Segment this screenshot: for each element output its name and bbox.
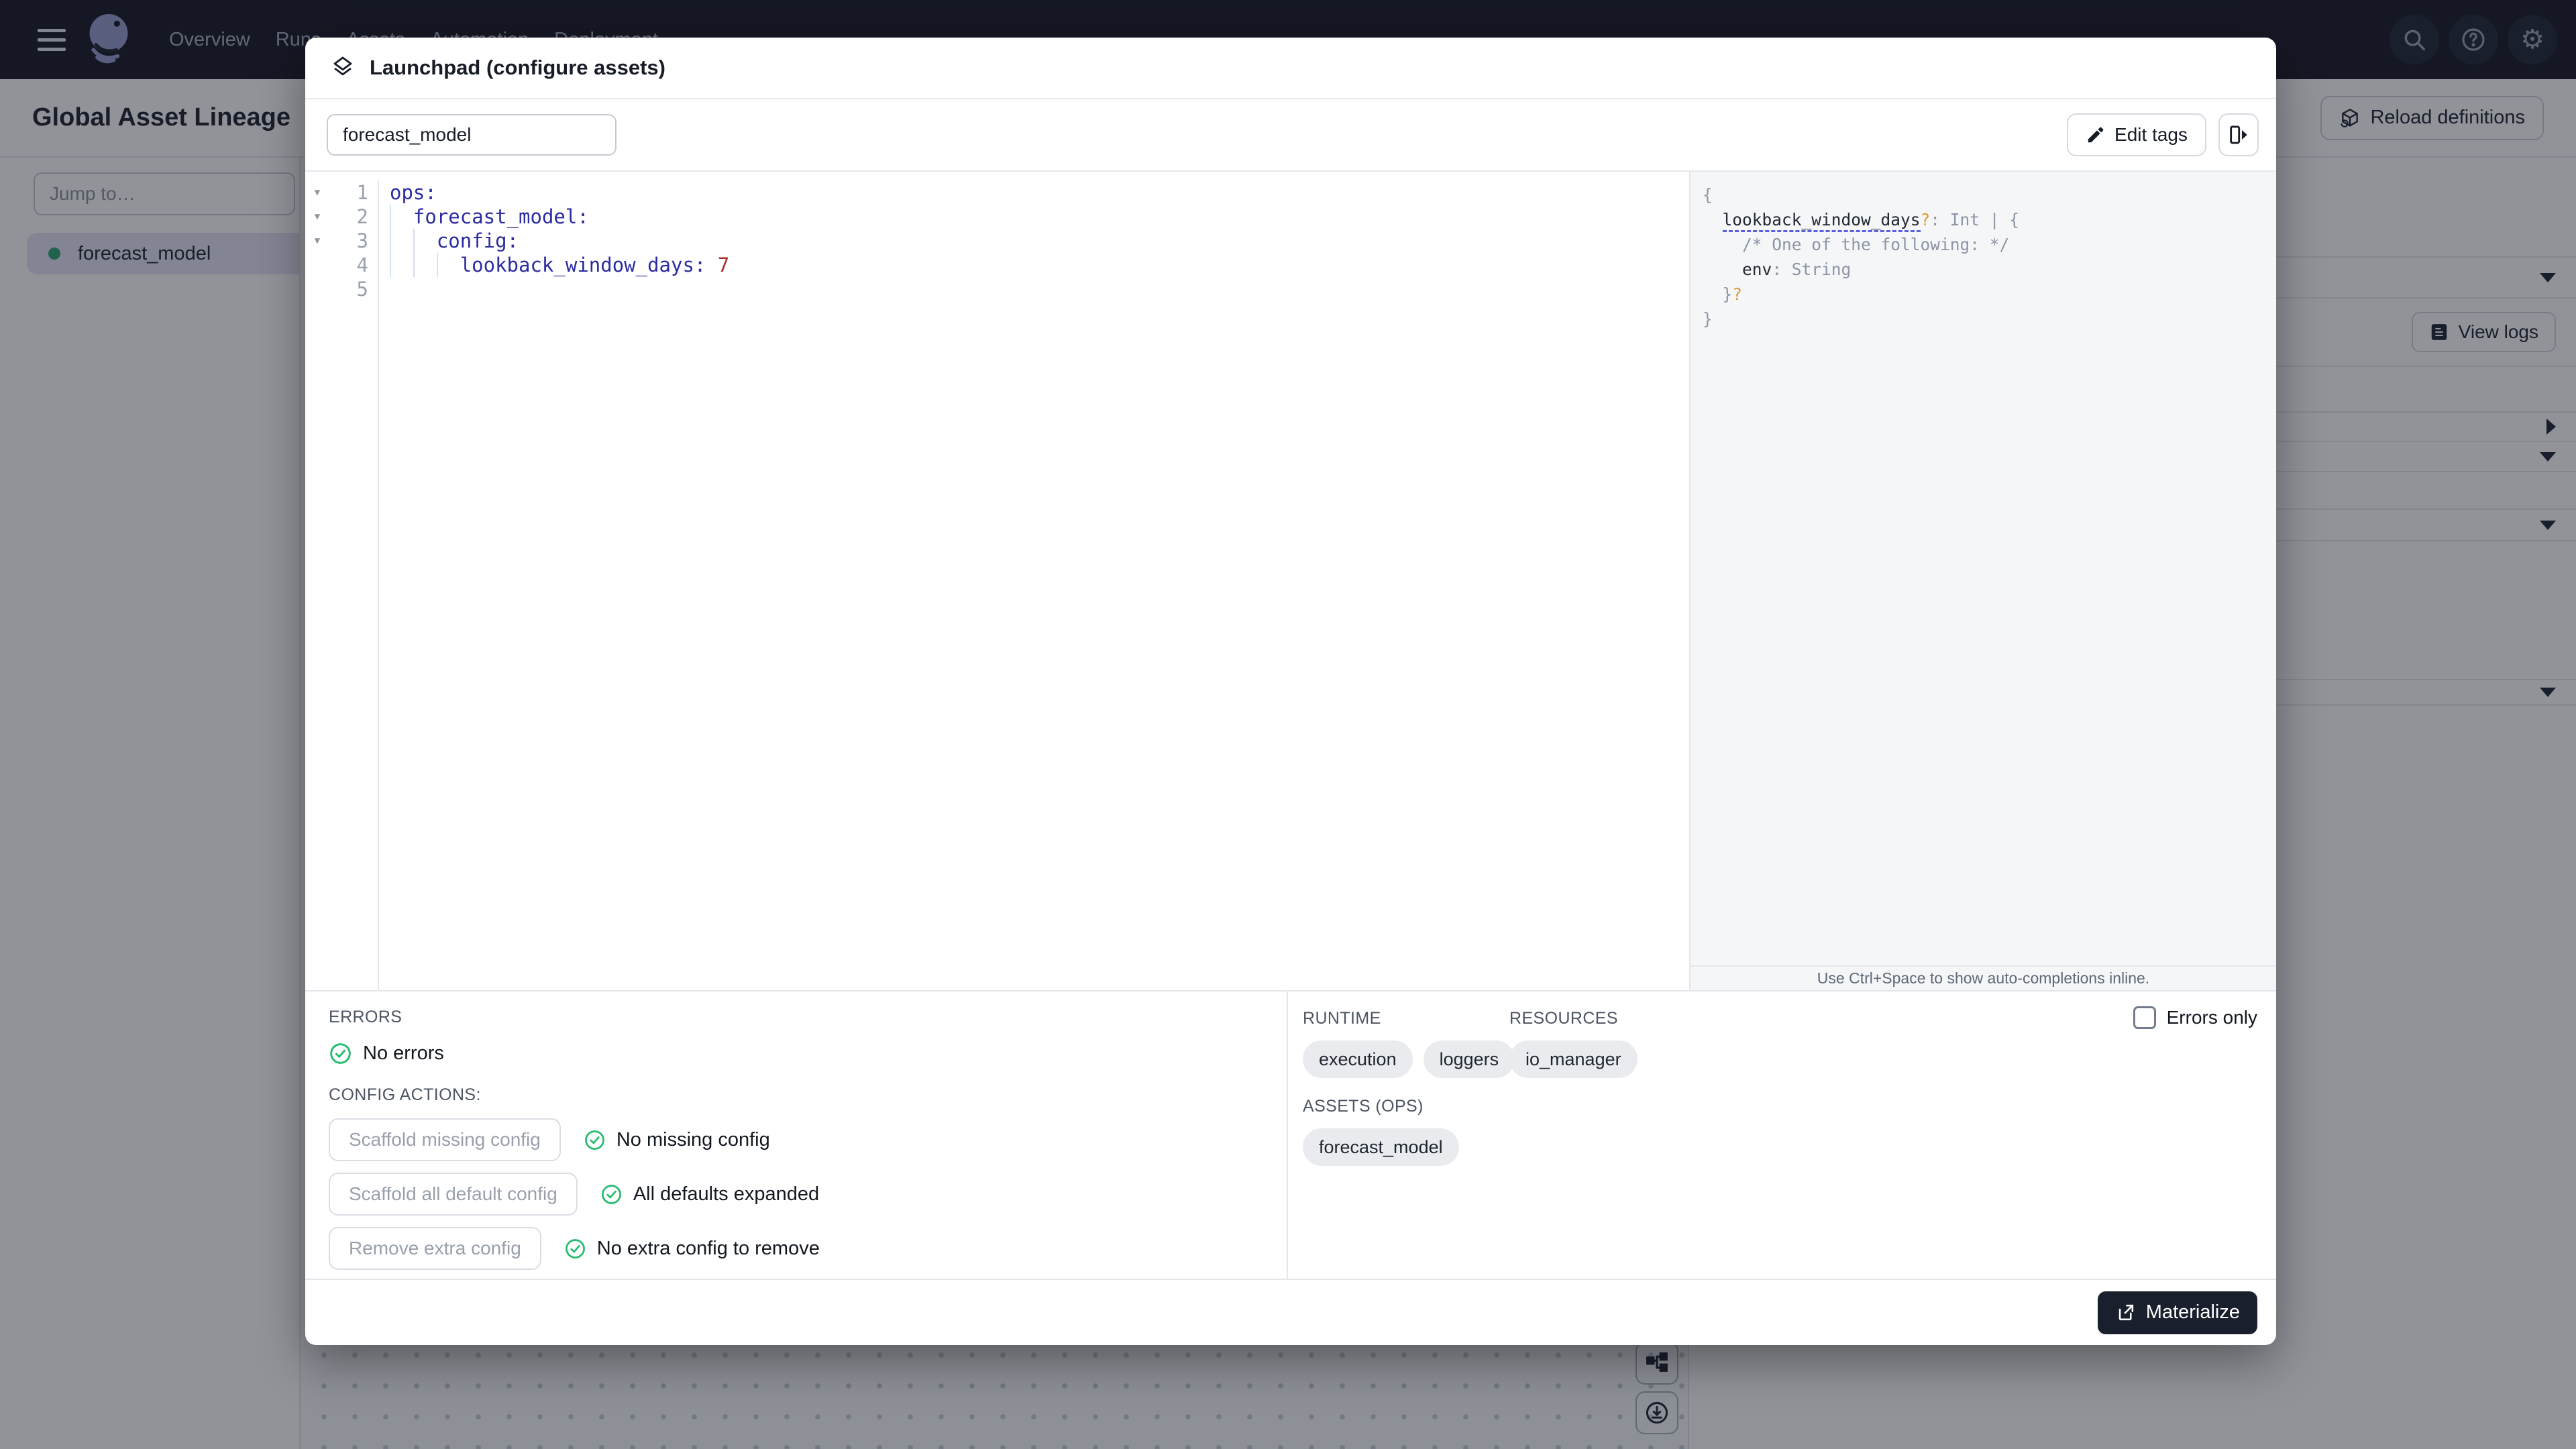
schema-line: }: [1703, 309, 1713, 329]
assets-tag-forecast_model[interactable]: forecast_model: [1303, 1128, 1459, 1166]
check-circle-icon: [584, 1130, 604, 1150]
fold-marker-icon[interactable]: ▼: [305, 229, 329, 253]
schema-line: lookback_window_days?: Int | {: [1703, 207, 2276, 232]
schema-line: }?: [1703, 284, 1743, 304]
edit-tags-label: Edit tags: [2114, 124, 2188, 145]
resources-heading: RESOURCES: [1509, 1009, 1618, 1028]
autocomplete-hint: Use Ctrl+Space to show auto-completions …: [1690, 965, 2276, 990]
asset-name-input[interactable]: [327, 114, 616, 156]
config-action-status: No missing config: [584, 1129, 770, 1151]
resources-group: RESOURCES io_manager: [1509, 1009, 1638, 1078]
check-circle-icon: [330, 1043, 351, 1064]
runtime-tag-loggers[interactable]: loggers: [1423, 1040, 1515, 1078]
check-circle-icon: [601, 1184, 621, 1204]
runtime-group: RUNTIME execution loggers: [1303, 1009, 1515, 1078]
scaffold-all-default-config-button[interactable]: Scaffold all default config: [329, 1173, 578, 1216]
config-action-status: No extra config to remove: [564, 1238, 820, 1260]
launchpad-bottom-section: ERRORS No errors CONFIG ACTIONS: Scaffol…: [305, 990, 2276, 1279]
line-number: 1: [356, 181, 368, 204]
errors-heading: ERRORS: [329, 1008, 402, 1026]
expand-panel-icon[interactable]: [2218, 113, 2259, 156]
config-schema-panel: { lookback_window_days?: Int | { /* One …: [1690, 172, 2276, 990]
remove-extra-config-button[interactable]: Remove extra config: [329, 1227, 541, 1270]
assets-ops-group: ASSETS (OPS) forecast_model: [1303, 1097, 2276, 1166]
check-circle-icon: [565, 1238, 585, 1258]
edit-tags-button[interactable]: Edit tags: [2067, 113, 2206, 156]
errors-only-checkbox[interactable]: [2133, 1006, 2156, 1029]
errors-only-toggle: Errors only: [2133, 1006, 2257, 1029]
line-number: 2: [356, 205, 368, 228]
materialize-label: Materialize: [2145, 1301, 2240, 1323]
materialize-button[interactable]: Materialize: [2097, 1291, 2257, 1334]
config-action-status: All defaults expanded: [600, 1183, 819, 1205]
schema-line: env: String: [1742, 260, 1851, 279]
config-schema-text: { lookback_window_days?: Int | { /* One …: [1690, 172, 2276, 965]
config-action-row: Remove extra config No extra config to re…: [329, 1227, 1287, 1270]
code-line: ops:: [390, 181, 437, 204]
config-editor[interactable]: ▼ ▼ ▼ 12345 ops: forecast_model: config: look…: [305, 172, 1689, 990]
runtime-tag-execution[interactable]: execution: [1303, 1040, 1413, 1078]
editor-line-numbers: 12345: [329, 180, 379, 990]
pencil-icon: [2088, 127, 2104, 143]
schema-line: /* One of the following: */: [1703, 235, 2010, 254]
errors-status-label: No errors: [363, 1042, 444, 1064]
scaffold-missing-config-button[interactable]: Scaffold missing config: [329, 1118, 561, 1161]
editor-fold-gutter: ▼ ▼ ▼: [305, 180, 329, 990]
schema-line: {: [1703, 185, 1713, 205]
errors-status: No errors: [329, 1042, 1287, 1065]
line-number: 5: [356, 278, 368, 301]
code-line: lookback_window_days: 7: [390, 253, 1689, 277]
launchpad-footer: Materialize: [305, 1279, 2276, 1345]
launchpad-toolbar: Edit tags: [305, 99, 2276, 172]
launchpad-header: Launchpad (configure assets): [305, 38, 2276, 99]
launchpad-dialog: Launchpad (configure assets) Edit tags ▼…: [305, 38, 2276, 1345]
resources-tag-io_manager[interactable]: io_manager: [1509, 1040, 1638, 1078]
external-link-icon: [2118, 1304, 2133, 1321]
code-line: forecast_model:: [390, 205, 1689, 229]
errors-only-label: Errors only: [2166, 1007, 2257, 1028]
code-line: config:: [390, 229, 1689, 253]
launchpad-layers-icon: [333, 56, 352, 76]
runtime-heading: RUNTIME: [1303, 1009, 1381, 1028]
config-editor-text[interactable]: ops: forecast_model: config: lookback_windo…: [379, 180, 1689, 990]
line-number: 3: [356, 229, 368, 252]
assets-ops-heading: ASSETS (OPS): [1303, 1097, 1424, 1116]
launchpad-title: Launchpad (configure assets): [370, 56, 665, 79]
config-actions-heading: CONFIG ACTIONS:: [329, 1085, 481, 1104]
fold-marker-icon[interactable]: ▼: [305, 205, 329, 229]
config-actions-list: Scaffold missing config No missing config…: [329, 1118, 1287, 1270]
line-number: 4: [356, 254, 368, 276]
fold-marker-icon[interactable]: ▼: [305, 180, 329, 205]
config-action-row: Scaffold all default config All defaults …: [329, 1173, 1287, 1216]
config-action-row: Scaffold missing config No missing config: [329, 1118, 1287, 1161]
